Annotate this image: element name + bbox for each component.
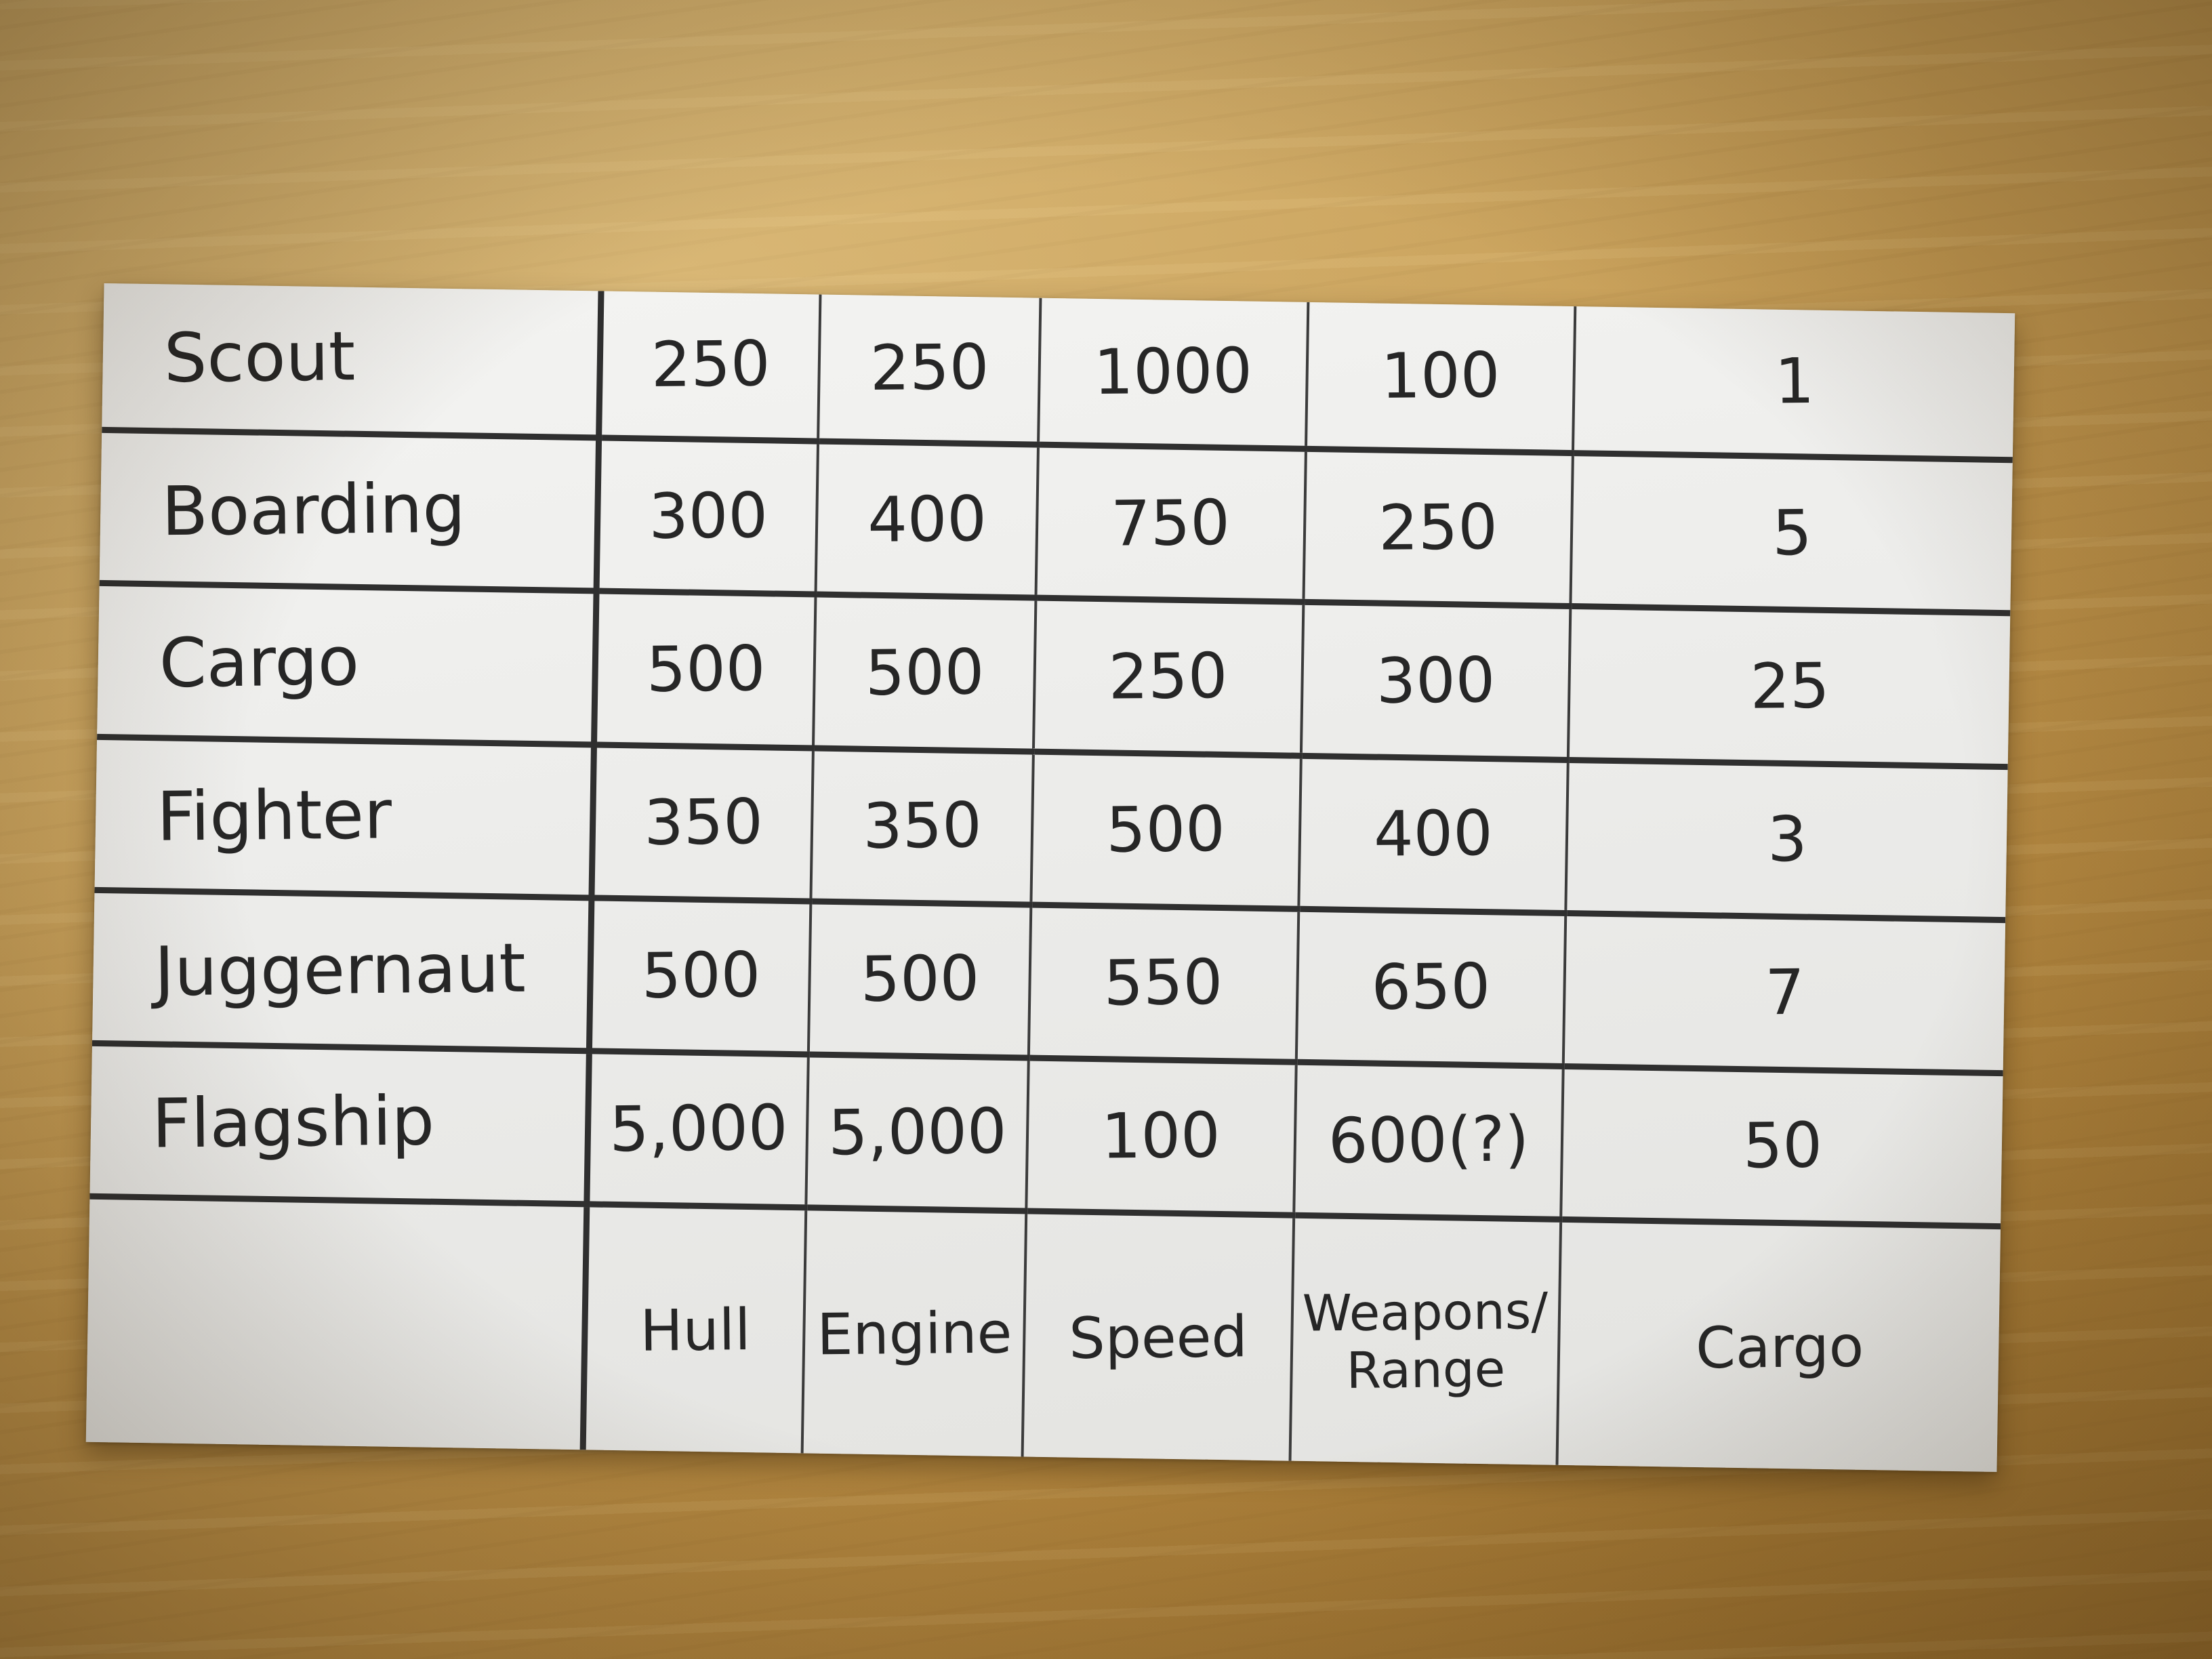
ship-name: Fighter (94, 736, 594, 898)
ship-stats-table: Scout 250 250 1000 100 1 Boarding 300 40… (85, 283, 2015, 1473)
cargo-value: 50 (1561, 1066, 2003, 1227)
hull-value: 5,000 (586, 1050, 809, 1208)
cargo-value: 25 (1568, 606, 2011, 767)
weapons-range-value: 250 (1303, 449, 1574, 607)
engine-value: 350 (811, 747, 1033, 905)
table-row: Flagship 5,000 5,000 100 600(?) 50 (89, 1043, 2003, 1227)
table-row: Boarding 300 400 750 250 5 (99, 430, 2013, 614)
engine-value: 500 (808, 901, 1031, 1058)
cargo-value: 7 (1563, 913, 2006, 1073)
ship-name: Boarding (99, 430, 599, 592)
engine-value: 500 (813, 594, 1036, 752)
weapons-range-header-text: Weapons/ Range (1302, 1282, 1549, 1400)
table-row: Juggernaut 500 500 550 650 7 (91, 890, 2006, 1073)
weapons-range-value: 650 (1296, 908, 1566, 1067)
desk-surface: { "card": { "rows": [ {"name": "Scout", … (0, 0, 2212, 1659)
table-row: Fighter 350 350 500 400 3 (94, 736, 2008, 920)
index-card: Scout 250 250 1000 100 1 Boarding 300 40… (85, 283, 2015, 1473)
engine-value: 400 (816, 441, 1038, 598)
column-header-weapons-range: Weapons/ Range (1290, 1215, 1561, 1465)
speed-value: 100 (1026, 1057, 1296, 1216)
column-header-speed: Speed (1022, 1211, 1294, 1461)
column-header-hull: Hull (582, 1204, 806, 1454)
cargo-value: 1 (1573, 306, 2015, 461)
column-header-engine: Engine (802, 1207, 1027, 1457)
hull-value: 250 (598, 291, 821, 442)
cargo-value: 5 (1570, 453, 2013, 614)
speed-value: 750 (1036, 445, 1306, 602)
hull-value: 500 (594, 591, 816, 748)
column-header-cargo: Cargo (1557, 1219, 2001, 1473)
speed-value: 500 (1031, 751, 1301, 909)
hull-value: 350 (591, 744, 814, 901)
weapons-range-value: 100 (1305, 302, 1576, 453)
table-row: Scout 250 250 1000 100 1 (102, 283, 2015, 461)
ship-name: Juggernaut (91, 890, 592, 1051)
speed-value: 550 (1028, 904, 1298, 1063)
weapons-range-value: 400 (1298, 755, 1569, 914)
header-row: Hull Engine Speed Weapons/ Range Cargo (85, 1196, 2001, 1473)
weapons-range-value: 600(?) (1293, 1062, 1564, 1220)
speed-value: 250 (1033, 598, 1304, 756)
engine-value: 250 (818, 294, 1041, 445)
hull-value: 500 (589, 897, 811, 1054)
speed-value: 1000 (1038, 298, 1308, 449)
empty-corner-cell (85, 1196, 587, 1450)
weapons-range-value: 300 (1300, 602, 1571, 760)
ship-name: Cargo (97, 583, 596, 745)
cargo-value: 3 (1565, 760, 2008, 920)
engine-value: 5,000 (806, 1054, 1029, 1212)
ship-name: Flagship (89, 1043, 590, 1204)
table-row: Cargo 500 500 250 300 25 (97, 583, 2011, 767)
hull-value: 300 (596, 438, 819, 595)
ship-name: Scout (102, 283, 601, 438)
